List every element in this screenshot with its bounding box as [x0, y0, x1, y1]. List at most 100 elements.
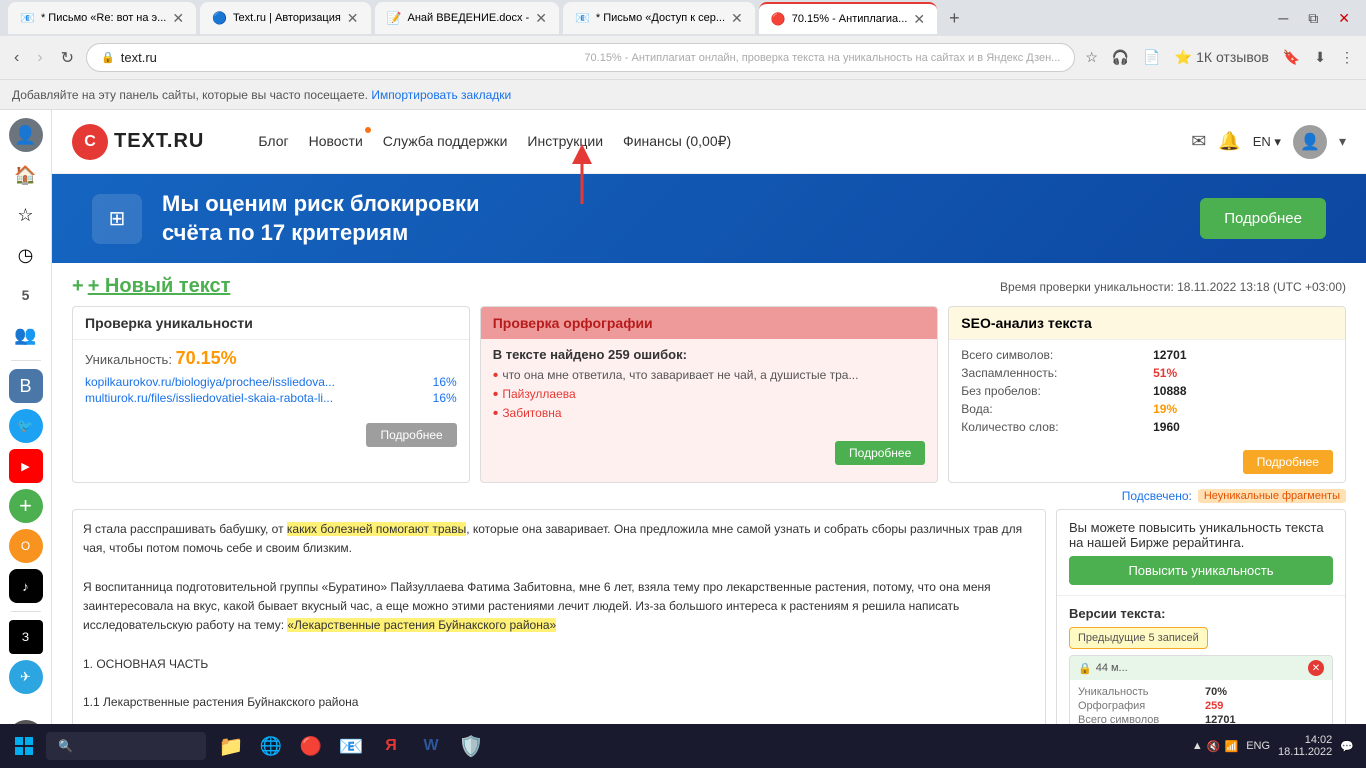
- version-close-button[interactable]: ✕: [1308, 660, 1324, 676]
- menu-button[interactable]: ⋮: [1336, 45, 1358, 70]
- sidebar-dzen-icon[interactable]: З: [9, 620, 43, 654]
- seo-label-2: Без пробелов:: [961, 384, 1141, 398]
- spell-bullet-2: •: [493, 387, 499, 403]
- taskbar-chrome[interactable]: 🔴: [292, 724, 330, 768]
- tab-3-close[interactable]: ✕: [535, 10, 547, 27]
- tab-3-title: Анай ВВЕДЕНИЕ.docx -: [407, 12, 529, 24]
- nav-support[interactable]: Служба поддержки: [383, 129, 508, 154]
- windows-taskbar: 🔍 📁 🌐 🔴 📧 Я W 🛡️ ▲ 🔇 📶 ENG 14:02 18.11.2…: [0, 724, 1366, 768]
- source-row-1: kopilkaurokov.ru/biologiya/prochee/issli…: [85, 375, 457, 389]
- person-icon[interactable]: 👥: [9, 318, 43, 352]
- nav-news[interactable]: Новости: [309, 129, 363, 154]
- spell-card-header: Проверка орфографии: [481, 307, 938, 339]
- tab-1-close[interactable]: ✕: [172, 10, 184, 27]
- user-avatar[interactable]: 👤: [1293, 125, 1327, 159]
- home-icon[interactable]: 🏠: [9, 158, 43, 192]
- seo-card-header: SEO-анализ текста: [949, 307, 1345, 340]
- seo-label-0: Всего символов:: [961, 348, 1141, 362]
- sidebar-telegram-icon[interactable]: ✈: [9, 660, 43, 694]
- version-header-text: 44 м...: [1096, 662, 1128, 674]
- taskbar-right: ▲ 🔇 📶 ENG 14:02 18.11.2022 💬: [1192, 734, 1362, 758]
- check-time: Время проверки уникальности: 18.11.2022 …: [1000, 280, 1346, 294]
- tab-4-close[interactable]: ✕: [731, 10, 743, 27]
- lock-icon: 🔒: [1078, 662, 1092, 675]
- sidebar-tiktok-icon[interactable]: ♪: [9, 569, 43, 603]
- taskbar-yandex[interactable]: Я: [372, 724, 410, 768]
- windows-start-button[interactable]: [4, 724, 44, 768]
- tab-5-active[interactable]: 🔴 70.15% - Антиплагиа... ✕: [759, 2, 937, 34]
- ad-banner: ⊞ Мы оценим риск блокировкисчёта по 17 к…: [52, 174, 1366, 263]
- notification-icon[interactable]: 💬: [1340, 740, 1354, 753]
- bell-icon[interactable]: 🔔: [1218, 131, 1240, 152]
- download-button[interactable]: ⬇: [1310, 45, 1330, 70]
- source-pct-1: 16%: [433, 375, 457, 389]
- network-icon[interactable]: 📶: [1225, 740, 1239, 753]
- source-link-2[interactable]: multiurok.ru/files/issliedovatiel-skaia-…: [85, 391, 333, 405]
- spell-error-2: • Пайзуллаева: [493, 387, 926, 403]
- tab-5-close[interactable]: ✕: [913, 11, 925, 28]
- volume-icon[interactable]: 🔇: [1207, 740, 1221, 753]
- minimize-button[interactable]: ─: [1270, 6, 1296, 31]
- seo-label-4: Количество слов:: [961, 420, 1141, 434]
- taskbar-edge[interactable]: 🌐: [252, 724, 290, 768]
- boost-button[interactable]: Повысить уникальность: [1069, 556, 1333, 585]
- import-bookmarks-link[interactable]: Импортировать закладки: [371, 88, 511, 102]
- source-link-1[interactable]: kopilkaurokov.ru/biologiya/prochee/issli…: [85, 375, 335, 389]
- tab-2[interactable]: 🔵 Text.ru | Авторизация ✕: [200, 2, 370, 34]
- close-window-button[interactable]: ✕: [1330, 6, 1358, 31]
- sidebar-vk-icon[interactable]: В: [9, 369, 43, 403]
- mail-icon[interactable]: ✉: [1191, 131, 1206, 152]
- logo-circle: C: [72, 124, 108, 160]
- highlight-2: «Лекарственные растения Буйнакского райо…: [287, 618, 556, 632]
- restore-button[interactable]: ⧉: [1300, 6, 1326, 31]
- star-icon[interactable]: ☆: [9, 198, 43, 232]
- highlight-label: Подсвечено:: [1122, 489, 1192, 503]
- sidebar-youtube-icon[interactable]: ▶: [9, 449, 43, 483]
- save-button[interactable]: 🔖: [1279, 45, 1304, 70]
- new-text-link[interactable]: + + Новый текст: [72, 275, 230, 298]
- main-wrapper: 👤 🏠 ☆ ◷ 5 👥 В 🐦 ▶ + О ♪ З ✈ ‹ C TEXT.RU: [0, 110, 1366, 768]
- windows-search-box[interactable]: 🔍: [46, 732, 206, 760]
- highlight-1: каких болезней помогают травы: [287, 522, 466, 536]
- security-lock-icon: 🔒: [101, 51, 115, 64]
- taskbar-mail[interactable]: 📧: [332, 724, 370, 768]
- back-button[interactable]: ‹: [8, 45, 25, 71]
- sidebar-twitter-icon[interactable]: 🐦: [9, 409, 43, 443]
- tab-1[interactable]: 📧 * Письмо «Re: вот на э... ✕: [8, 2, 196, 34]
- tab-3[interactable]: 📝 Анай ВВЕДЕНИЕ.docx - ✕: [375, 2, 559, 34]
- spell-details-button[interactable]: Подробнее: [835, 441, 925, 465]
- forward-button[interactable]: ›: [31, 45, 48, 71]
- bookmark-star-button[interactable]: ☆: [1081, 45, 1102, 70]
- new-tab-button[interactable]: +: [941, 4, 968, 33]
- sidebar-ok-icon[interactable]: О: [9, 529, 43, 563]
- ad-button[interactable]: Подробнее: [1200, 198, 1326, 239]
- review-button[interactable]: ⭐ 1К отзывов: [1171, 45, 1273, 70]
- user-avatar-icon[interactable]: 👤: [9, 118, 43, 152]
- language-button[interactable]: EN ▾: [1253, 134, 1281, 150]
- reader-button[interactable]: 📄: [1139, 45, 1164, 70]
- uniqueness-details-button[interactable]: Подробнее: [366, 423, 456, 447]
- sidebar-divider-2: [11, 611, 41, 612]
- taskbar-word[interactable]: W: [412, 724, 450, 768]
- user-dropdown-chevron[interactable]: ▾: [1339, 133, 1346, 150]
- headphone-button[interactable]: 🎧: [1108, 45, 1133, 70]
- boost-section: Вы можете повысить уникальность текста н…: [1057, 510, 1345, 596]
- seo-details-button[interactable]: Подробнее: [1243, 450, 1333, 474]
- reload-button[interactable]: ↻: [55, 44, 80, 72]
- nav-blog[interactable]: Блог: [258, 129, 288, 154]
- tab-2-close[interactable]: ✕: [347, 10, 359, 27]
- taskbar-file-explorer[interactable]: 📁: [212, 724, 250, 768]
- number-5-icon[interactable]: 5: [9, 278, 43, 312]
- tab-4[interactable]: 📧 * Письмо «Доступ к сер... ✕: [563, 2, 755, 34]
- nav-finances[interactable]: Финансы (0,00₽): [623, 129, 731, 154]
- history-icon[interactable]: ◷: [9, 238, 43, 272]
- cards-row: Проверка уникальности Уникальность: 70.1…: [72, 306, 1346, 483]
- address-input-box[interactable]: 🔒 text.ru 70.15% - Антиплагиат онлайн, п…: [86, 43, 1075, 72]
- taskbar-shield[interactable]: 🛡️: [452, 724, 490, 768]
- address-domain: text.ru: [121, 50, 579, 65]
- version-tooltip: Предыдущие 5 записей: [1069, 627, 1208, 649]
- spell-card: Проверка орфографии В тексте найдено 259…: [480, 306, 939, 483]
- sidebar-add-icon[interactable]: +: [9, 489, 43, 523]
- tray-arrow-icon[interactable]: ▲: [1192, 740, 1203, 752]
- window-controls: ─ ⧉ ✕: [1270, 6, 1358, 31]
